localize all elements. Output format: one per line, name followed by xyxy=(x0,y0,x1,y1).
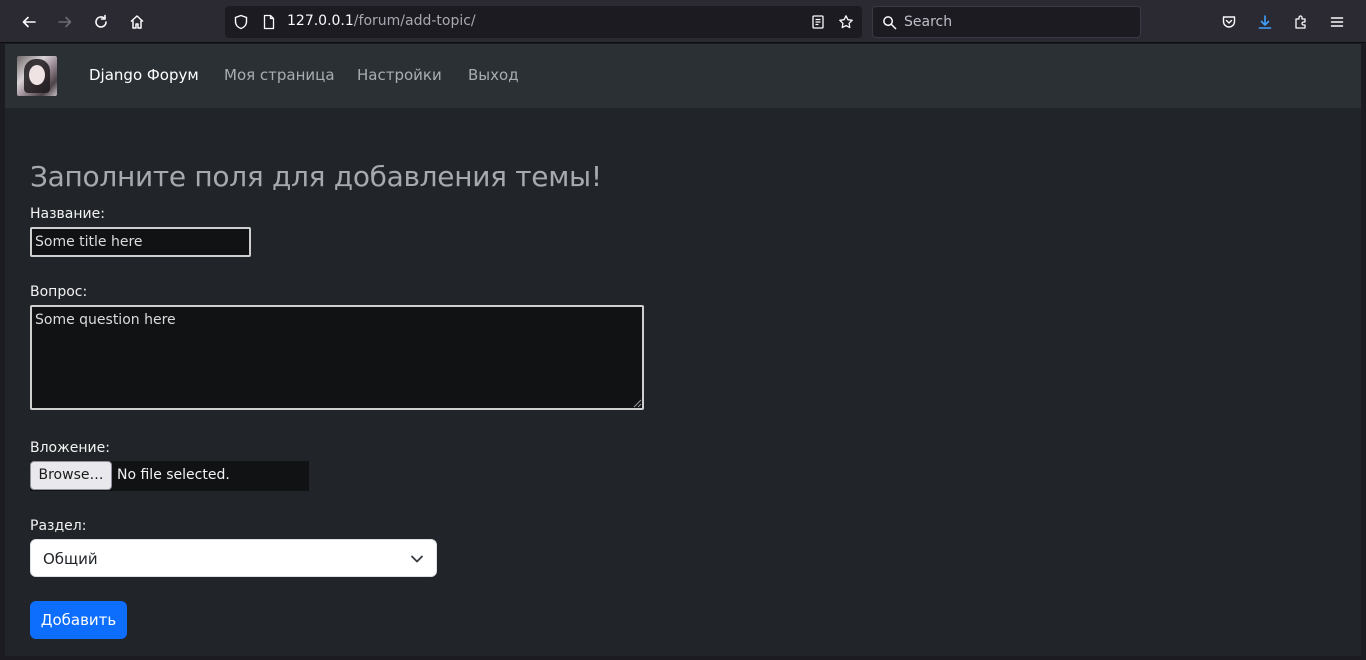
section-label: Раздел: xyxy=(30,518,87,534)
downloads-button[interactable] xyxy=(1250,7,1280,37)
back-button[interactable] xyxy=(14,7,44,37)
question-textarea[interactable]: Some question here xyxy=(30,305,644,410)
title-input[interactable] xyxy=(30,227,251,257)
browse-button[interactable]: Browse… xyxy=(30,461,112,490)
home-button[interactable] xyxy=(122,7,152,37)
reader-view-icon[interactable] xyxy=(810,14,826,30)
chevron-down-icon xyxy=(411,555,423,563)
hamburger-menu-icon xyxy=(1330,17,1344,27)
resize-grip-icon[interactable] xyxy=(632,398,642,408)
search-placeholder: Search xyxy=(904,14,953,30)
avatar-face xyxy=(29,65,45,85)
home-icon xyxy=(130,15,144,29)
submit-button[interactable]: Добавить xyxy=(30,601,127,639)
search-bar[interactable]: Search xyxy=(872,6,1141,38)
url-text[interactable]: 127.0.0.1/forum/add-topic/ xyxy=(287,13,476,29)
shield-icon[interactable] xyxy=(233,14,249,30)
file-input[interactable]: Browse… No file selected. xyxy=(30,461,309,491)
star-icon[interactable] xyxy=(838,14,854,30)
reload-button[interactable] xyxy=(86,7,116,37)
app-menu-button[interactable] xyxy=(1322,7,1352,37)
attachment-label: Вложение: xyxy=(30,440,110,456)
browser-toolbar: 127.0.0.1/forum/add-topic/ Search xyxy=(0,0,1366,43)
url-path: /forum/add-topic/ xyxy=(353,13,476,29)
search-icon xyxy=(883,16,897,30)
title-label: Название: xyxy=(30,206,105,222)
brand-link[interactable]: Django Форум xyxy=(89,66,199,84)
avatar[interactable] xyxy=(17,56,57,96)
window-frame-bottom xyxy=(0,656,1366,660)
nav-link-logout[interactable]: Выход xyxy=(468,66,519,84)
section-select[interactable]: Общий xyxy=(30,539,437,577)
download-icon xyxy=(1258,15,1272,29)
section-selected-value: Общий xyxy=(43,550,98,568)
main-content: Заполните поля для добавления темы! Назв… xyxy=(5,108,1361,656)
pocket-button[interactable] xyxy=(1214,7,1244,37)
page-icon[interactable] xyxy=(261,14,277,30)
window-frame-right xyxy=(1361,44,1366,660)
reload-icon xyxy=(95,14,107,28)
page-title: Заполните поля для добавления темы! xyxy=(30,160,602,193)
question-label: Вопрос: xyxy=(30,284,88,300)
url-bar[interactable]: 127.0.0.1/forum/add-topic/ xyxy=(225,6,862,38)
nav-link-settings[interactable]: Настройки xyxy=(357,66,442,84)
puzzle-icon xyxy=(1295,15,1306,29)
url-host: 127.0.0.1 xyxy=(287,13,354,29)
pocket-icon xyxy=(1222,16,1236,28)
forward-button[interactable] xyxy=(50,7,80,37)
nav-link-my-page[interactable]: Моя страница xyxy=(224,66,335,84)
extensions-button[interactable] xyxy=(1286,7,1316,37)
file-status-text: No file selected. xyxy=(117,467,230,483)
site-navbar: Django Форум Моя страница Настройки Выхо… xyxy=(5,44,1361,108)
arrow-right-icon xyxy=(58,16,72,28)
arrow-left-icon xyxy=(22,16,36,28)
